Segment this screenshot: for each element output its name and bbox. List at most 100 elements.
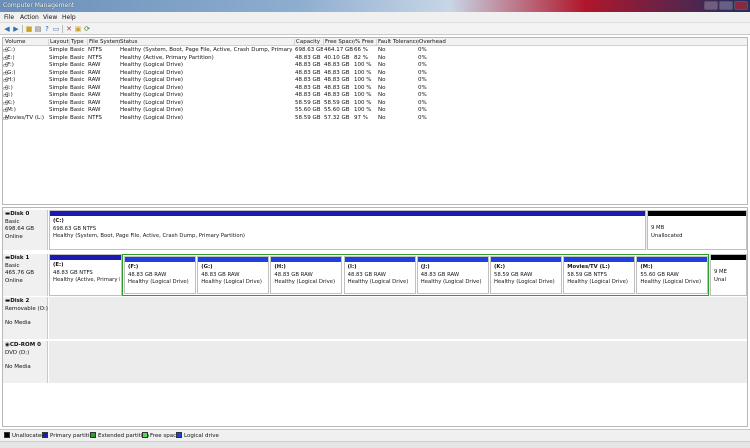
cell-file-system: RAW <box>88 77 101 83</box>
cell-fault-tolerance: No <box>378 77 386 83</box>
refresh-icon[interactable]: ⟳ <box>83 25 91 33</box>
cell-status: Healthy (Active, Primary Partition) <box>120 54 214 61</box>
logical-drive[interactable]: Movies/TV (L:) 58.59 GB NTFS Healthy (Logi… <box>563 256 636 294</box>
logical-drive[interactable]: (F:) 48.83 GB RAW Healthy (Logical Drive) <box>124 256 196 294</box>
column-capacity[interactable]: Capacity <box>294 39 320 45</box>
partition-size: 48.83 GB NTFS <box>53 269 93 276</box>
logical-drive[interactable]: (K:) 58.59 GB RAW Healthy (Logical Drive) <box>490 256 562 294</box>
close-button[interactable] <box>734 1 748 10</box>
column-type[interactable]: Type <box>69 39 84 45</box>
disk-1-name: Disk 1 <box>10 255 30 261</box>
minimize-button[interactable] <box>704 1 718 10</box>
extended-partition[interactable]: (F:) 48.83 GB RAW Healthy (Logical Drive)(… <box>122 254 709 296</box>
disk-2-area <box>49 297 747 339</box>
disk-graphical-view: ▬Disk 0 Basic 698.64 GB Online (C:) 698.… <box>2 207 748 427</box>
disk-0-info[interactable]: ▬Disk 0 Basic 698.64 GB Online <box>3 210 48 250</box>
cell-layout: Simple <box>49 92 68 98</box>
volume-row[interactable]: ▭ (C:) Simple Basic NTFS Healthy (System, Bo… <box>3 47 747 55</box>
folder-icon[interactable]: ▣ <box>74 25 82 33</box>
menu-bar: File Action View Help <box>0 12 750 23</box>
disk-1-size: 465.76 GB <box>5 270 35 276</box>
column-layout[interactable]: Layout <box>48 39 69 45</box>
cell-file-system: RAW <box>88 107 101 113</box>
cdrom-0-info[interactable]: ◉CD-ROM 0 DVD (D:) No Media <box>3 341 48 383</box>
cell-capacity: 48.83 GB <box>295 54 321 61</box>
partition-e[interactable]: (E:) 48.83 GB NTFS Healthy (Active, Prim… <box>49 254 122 296</box>
legend-free-space: Free space <box>142 432 180 439</box>
volume-row[interactable]: ▭ (E:) Simple Basic NTFS Healthy (Active, Pr… <box>3 55 747 63</box>
logical-drive[interactable]: (M:) 55.60 GB RAW Healthy (Logical Drive) <box>636 256 709 294</box>
logical-drive[interactable]: (H:) 48.83 GB RAW Healthy (Logical Drive) <box>270 256 343 294</box>
partition-label: Movies/TV (L:) <box>567 264 610 270</box>
menu-view[interactable]: View <box>43 14 57 21</box>
menu-file[interactable]: File <box>4 14 14 21</box>
volume-row[interactable]: ▭ (J:) Simple Basic RAW Healthy (Logical Dri… <box>3 92 747 100</box>
cell-type: Basic <box>70 47 85 53</box>
logical-drive[interactable]: (J:) 48.83 GB RAW Healthy (Logical Drive) <box>416 256 489 294</box>
help-icon[interactable]: ? <box>43 25 51 33</box>
menu-action[interactable]: Action <box>20 14 39 21</box>
delete-icon[interactable]: ✕ <box>65 25 73 33</box>
unallocated-label: Unallocated <box>651 232 683 239</box>
partition-size: 58.59 GB NTFS <box>567 271 607 278</box>
logical-drive[interactable]: (I:) 48.83 GB RAW Healthy (Logical Drive) <box>343 256 416 294</box>
cell-volume: (H:) <box>5 77 16 83</box>
legend-swatch <box>176 432 182 438</box>
unallocated-space[interactable]: 9 MB Unallocated <box>647 210 747 250</box>
column-percent-free[interactable]: % Free <box>353 39 374 45</box>
disk-2-info[interactable]: ▬Disk 2 Removable (O:) No Media <box>3 297 48 339</box>
partition-size: 48.83 GB RAW <box>274 271 313 278</box>
partition-status: Healthy (Active, Primary Par <box>53 277 120 283</box>
legend-swatch <box>90 432 96 438</box>
column-file-system[interactable]: File System <box>87 39 120 45</box>
cell-layout: Simple <box>49 62 68 68</box>
partition-label: (J:) <box>420 264 430 270</box>
cell-volume: (G:) <box>5 69 16 76</box>
volume-row[interactable]: ▭ (F:) Simple Basic RAW Healthy (Logical Dri… <box>3 62 747 70</box>
partition-status: Healthy (Logical Drive) <box>347 279 409 285</box>
menu-help[interactable]: Help <box>62 14 76 21</box>
volume-row[interactable]: ▭ Movies/TV (L:) Simple Basic NTFS Healthy (… <box>3 115 747 123</box>
cell-volume: Movies/TV (L:) <box>5 114 45 121</box>
cell-free-space: 464.17 GB <box>324 47 353 53</box>
cell-overhead: 0% <box>418 77 427 83</box>
properties-icon[interactable]: ▤ <box>34 25 42 33</box>
cell-layout: Simple <box>49 84 68 91</box>
back-icon[interactable]: ◀ <box>3 25 11 33</box>
partition-c[interactable]: (C:) 698.63 GB NTFS Healthy (System, Boo… <box>49 210 646 250</box>
cell-overhead: 0% <box>418 69 427 76</box>
logical-drive[interactable]: (G:) 48.83 GB RAW Healthy (Logical Drive) <box>197 256 270 294</box>
column-fault-tolerance[interactable]: Fault Tolerance <box>376 39 419 45</box>
disk-1-info[interactable]: ▬Disk 1 Basic 465.76 GB Online <box>3 254 48 296</box>
cell-status: Healthy (Logical Drive) <box>120 107 184 113</box>
volume-row[interactable]: ▭ (K:) Simple Basic RAW Healthy (Logical Dri… <box>3 100 747 108</box>
cell-percent-free: 100 % <box>354 99 372 106</box>
volume-row[interactable]: ▭ (G:) Simple Basic RAW Healthy (Logical Dri… <box>3 70 747 78</box>
cell-free-space: 58.59 GB <box>324 99 350 106</box>
volume-row[interactable]: ▭ (I:) Simple Basic RAW Healthy (Logical Dri… <box>3 85 747 93</box>
up-folder-icon[interactable]: ■ <box>25 25 33 33</box>
logical-drive-bar <box>637 257 708 262</box>
partition-bar <box>50 255 121 260</box>
cell-fault-tolerance: No <box>378 92 386 98</box>
cell-overhead: 0% <box>418 92 427 98</box>
partition-label: (M:) <box>640 264 653 270</box>
disk-1-unallocated[interactable]: 9 ME Unal <box>710 254 747 296</box>
maximize-button[interactable] <box>719 1 733 10</box>
column-overhead[interactable]: Overhead <box>417 39 446 45</box>
column-free-space[interactable]: Free Space <box>323 39 355 45</box>
forward-icon[interactable]: ▶ <box>12 25 20 33</box>
cell-volume: (F:) <box>5 62 14 68</box>
cell-status: Healthy (System, Boot, Page File, Active… <box>120 47 292 53</box>
cell-fault-tolerance: No <box>378 47 386 53</box>
volume-row[interactable]: ▭ (H:) Simple Basic RAW Healthy (Logical Dri… <box>3 77 747 85</box>
disk-0-size: 698.64 GB <box>5 226 35 232</box>
partition-status: Healthy (Logical Drive) <box>567 279 628 285</box>
column-volume[interactable]: Volume <box>4 39 25 45</box>
cell-fault-tolerance: No <box>378 114 386 121</box>
column-status[interactable]: Status <box>118 39 138 45</box>
window-icon[interactable]: ▭ <box>52 25 60 33</box>
unallocated-size: 9 ME <box>714 269 727 275</box>
cell-overhead: 0% <box>418 54 427 61</box>
volume-row[interactable]: ▭ (M:) Simple Basic RAW Healthy (Logical Dri… <box>3 107 747 115</box>
